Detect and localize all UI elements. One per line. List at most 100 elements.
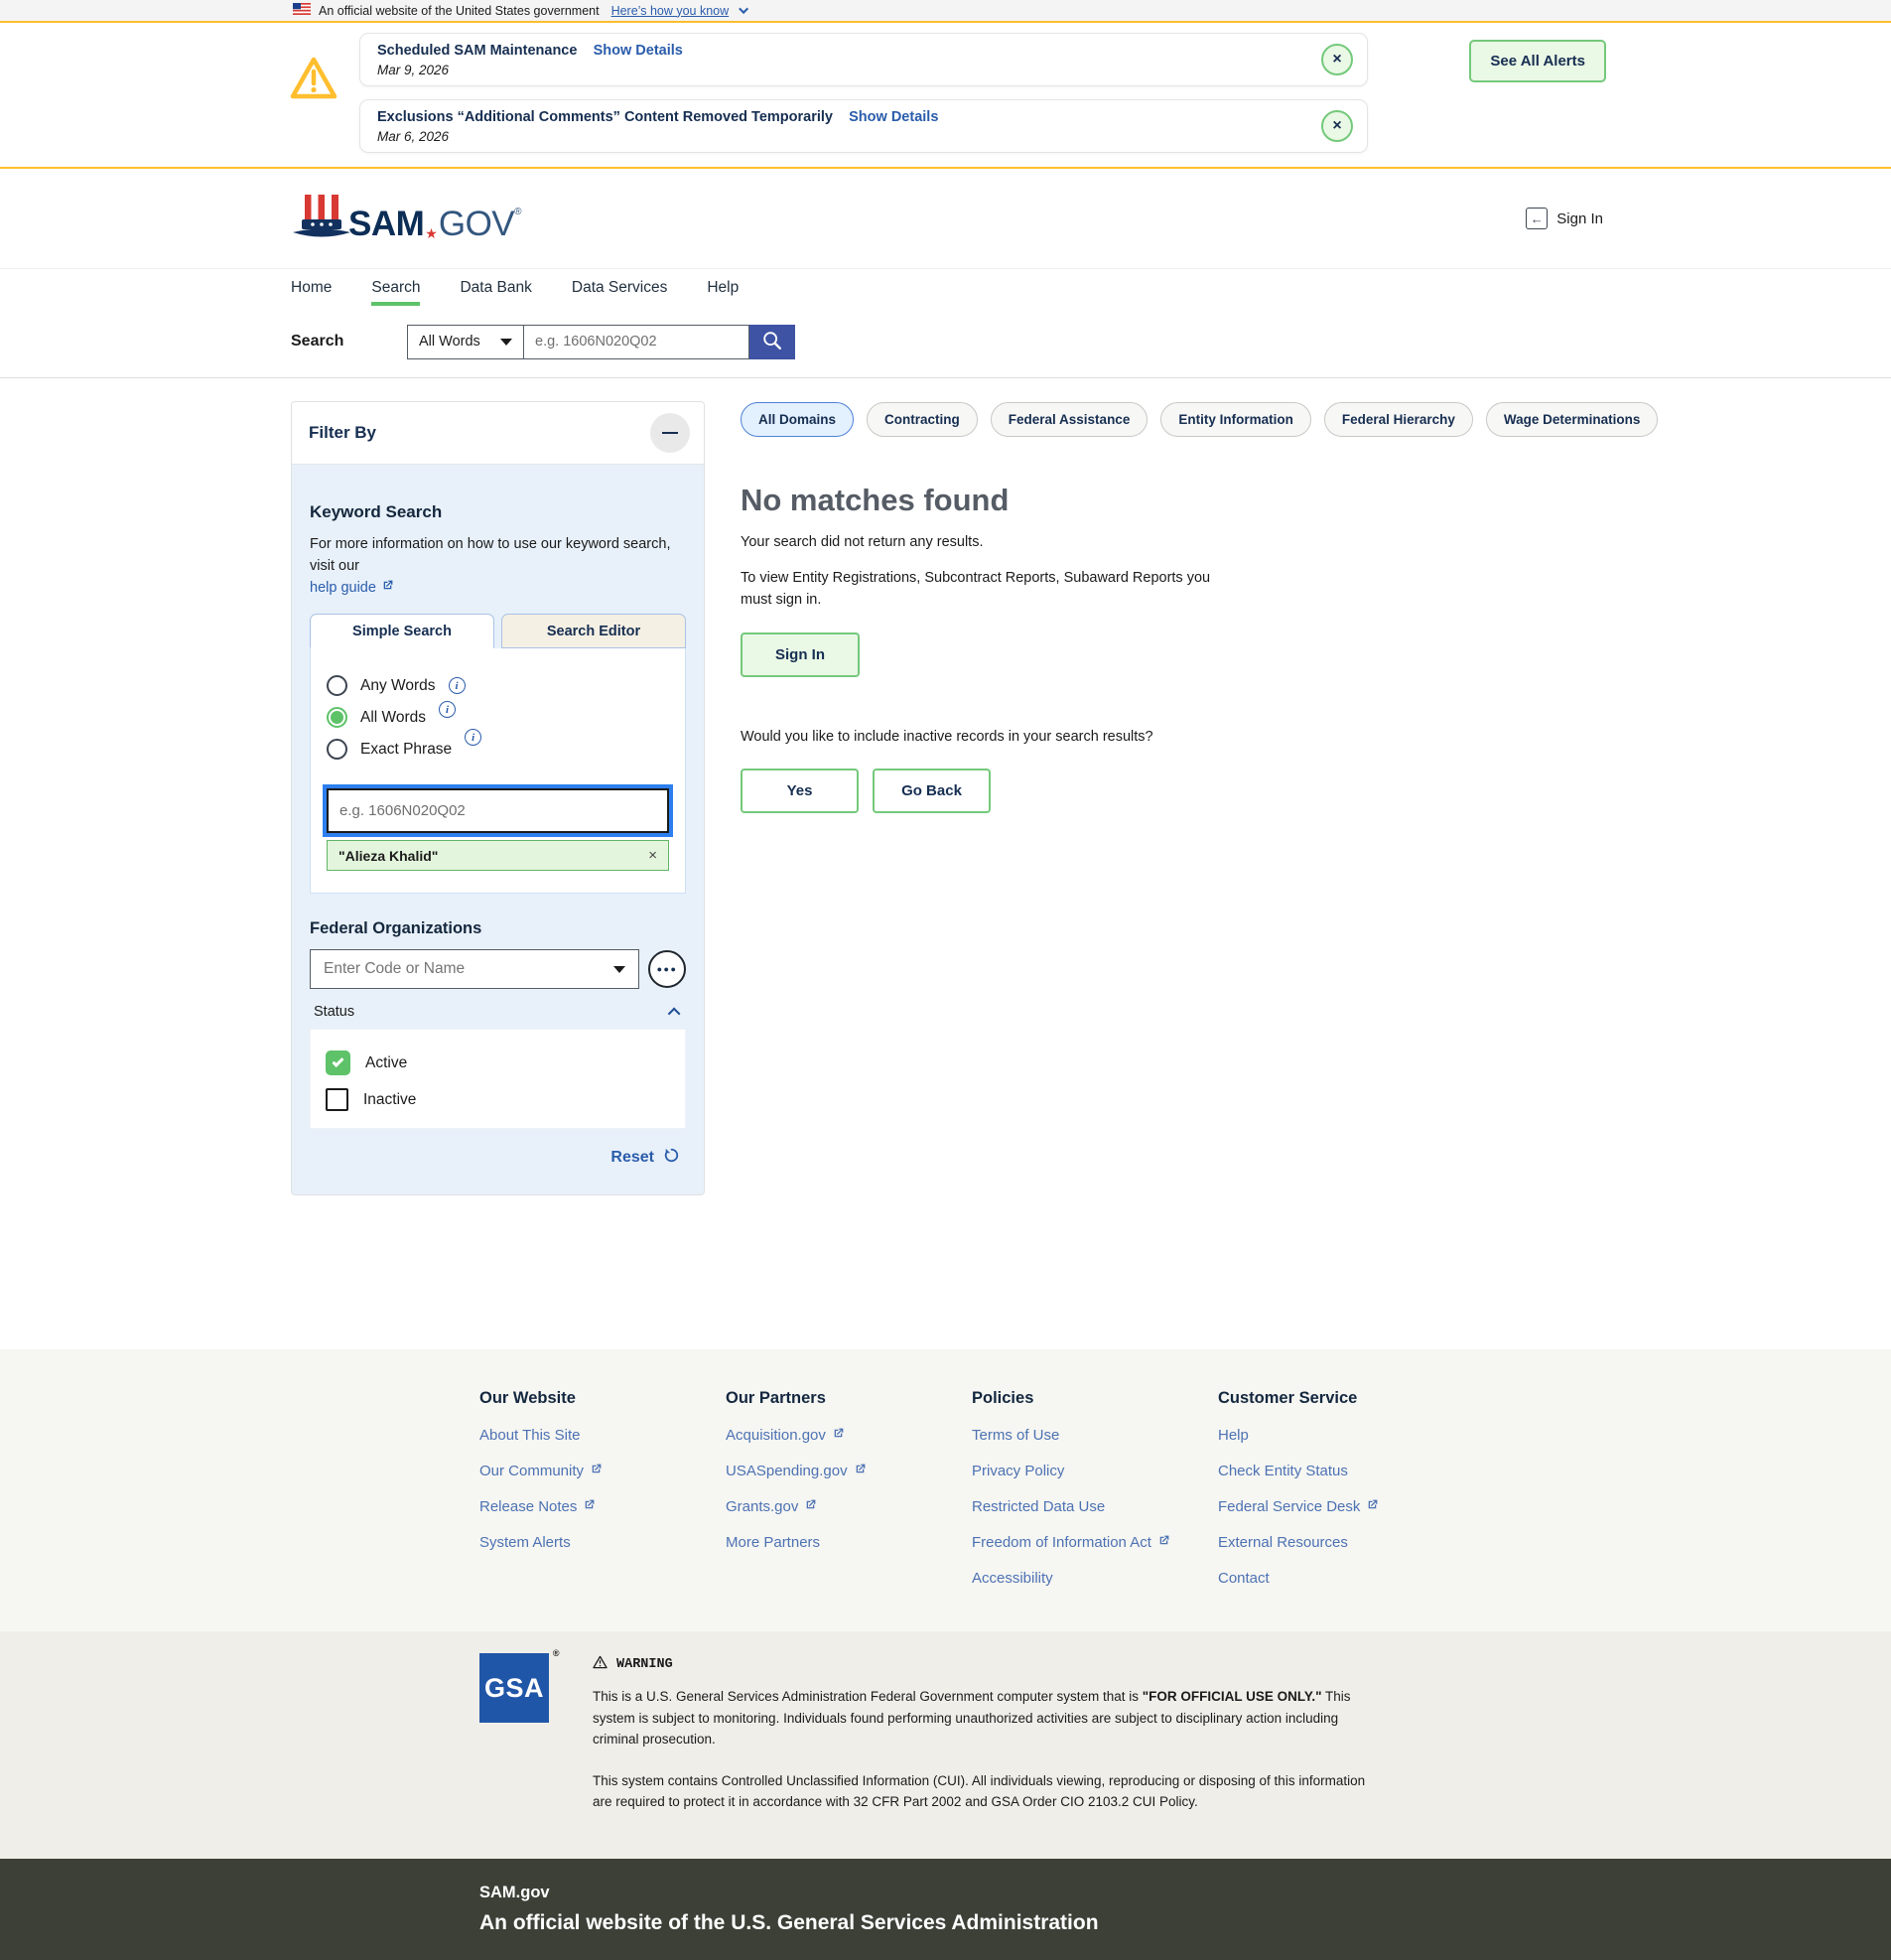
radio-option-exact-phrase[interactable]: Exact Phrase i [327, 739, 669, 760]
external-link-icon [804, 1498, 817, 1515]
footer-link[interactable]: System Alerts [479, 1534, 726, 1551]
footer-link[interactable]: Acquisition.gov [726, 1427, 972, 1444]
how-you-know-link[interactable]: Here’s how you know [611, 4, 730, 18]
show-details-link[interactable]: Show Details [594, 43, 683, 59]
footer-link[interactable]: Grants.gov [726, 1498, 972, 1515]
radio-option-any-words[interactable]: Any Words i [327, 675, 669, 696]
nav-item-home[interactable]: Home [291, 269, 332, 306]
footer-column-our-partners: Our Partners Acquisition.gov USASpending… [726, 1389, 972, 1606]
footer-link[interactable]: Help [1218, 1427, 1526, 1444]
footer-link[interactable]: Release Notes [479, 1498, 726, 1515]
gsa-logo: GSA ® [479, 1653, 549, 1723]
checkbox-unchecked-icon[interactable] [326, 1088, 348, 1111]
footer-link[interactable]: Privacy Policy [972, 1463, 1218, 1479]
close-icon: × [1332, 118, 1341, 134]
external-link-icon [854, 1463, 867, 1479]
footer-link[interactable]: Restricted Data Use [972, 1498, 1218, 1515]
tab-search-editor[interactable]: Search Editor [501, 614, 686, 648]
site-header: SAM ★ GOV ® ← Sign In [0, 169, 1891, 268]
see-all-alerts-button[interactable]: See All Alerts [1469, 40, 1606, 82]
keyword-chip-text: "Alieza Khalid" [338, 848, 438, 864]
footer-link[interactable]: Freedom of Information Act [972, 1534, 1218, 1551]
footer-links: Our Website About This Site Our Communit… [0, 1349, 1891, 1631]
nav-item-data-bank[interactable]: Data Bank [460, 269, 531, 306]
no-matches-heading: No matches found [741, 483, 1891, 518]
us-flag-icon [293, 3, 311, 18]
info-icon[interactable]: i [439, 701, 456, 718]
radio-option-all-words[interactable]: All Words i [327, 707, 669, 728]
nav-item-help[interactable]: Help [707, 269, 739, 306]
close-icon: × [1332, 52, 1341, 68]
bottom-site-name: SAM.gov [479, 1884, 1891, 1902]
footer-column-our-website: Our Website About This Site Our Communit… [479, 1389, 726, 1606]
alerts-section: Scheduled SAM Maintenance Show Details M… [0, 23, 1891, 169]
refresh-icon [663, 1147, 680, 1169]
radio-icon[interactable] [327, 675, 347, 696]
search-bar: Search All Words [0, 306, 1891, 378]
footer-link[interactable]: Federal Service Desk [1218, 1498, 1526, 1515]
footer-heading: Customer Service [1218, 1389, 1526, 1408]
reset-label: Reset [610, 1149, 654, 1167]
external-link-icon [1157, 1534, 1170, 1551]
keyword-search-heading: Keyword Search [310, 502, 686, 522]
footer-link[interactable]: Contact [1218, 1570, 1526, 1587]
collapse-filters-button[interactable] [650, 413, 690, 453]
status-heading: Status [314, 1004, 354, 1020]
pill-wage-determinations[interactable]: Wage Determinations [1486, 402, 1659, 437]
alert-close-button[interactable]: × [1321, 110, 1353, 142]
radio-icon-selected[interactable] [327, 707, 347, 728]
pill-entity-information[interactable]: Entity Information [1160, 402, 1311, 437]
pill-contracting[interactable]: Contracting [867, 402, 978, 437]
footer-link[interactable]: About This Site [479, 1427, 726, 1444]
chip-remove-icon[interactable]: × [648, 847, 657, 864]
more-organizations-button[interactable]: ●●● [648, 950, 686, 988]
go-back-button[interactable]: Go Back [873, 769, 991, 813]
footer-link[interactable]: Check Entity Status [1218, 1463, 1526, 1479]
alert-close-button[interactable]: × [1321, 44, 1353, 75]
main-content: Filter By Keyword Search For more inform… [0, 378, 1891, 1349]
sign-in-link[interactable]: ← Sign In [1526, 208, 1603, 229]
checkbox-checked-icon[interactable] [326, 1050, 350, 1075]
sam-gov-logo[interactable]: SAM ★ GOV ® [291, 193, 522, 244]
nav-item-data-services[interactable]: Data Services [572, 269, 667, 306]
chevron-up-icon[interactable] [668, 1007, 681, 1020]
footer-link[interactable]: Accessibility [972, 1570, 1218, 1587]
status-options-box: Active Inactive [310, 1029, 686, 1129]
sign-in-button[interactable]: Sign In [741, 632, 860, 677]
federal-org-select[interactable]: Enter Code or Name [310, 949, 639, 989]
footer-link[interactable]: More Partners [726, 1534, 972, 1551]
info-icon[interactable]: i [465, 729, 481, 746]
info-icon[interactable]: i [449, 677, 466, 694]
status-option-active[interactable]: Active [326, 1050, 670, 1075]
status-option-inactive[interactable]: Inactive [326, 1088, 670, 1111]
status-header[interactable]: Status [314, 1004, 680, 1020]
footer-link[interactable]: Terms of Use [972, 1427, 1218, 1444]
yes-button[interactable]: Yes [741, 769, 859, 813]
footer-column-customer-service: Customer Service Help Check Entity Statu… [1218, 1389, 1526, 1606]
tab-simple-search[interactable]: Simple Search [310, 614, 494, 648]
footer-link[interactable]: Our Community [479, 1463, 726, 1479]
footer-link[interactable]: USASpending.gov [726, 1463, 972, 1479]
nav-item-search[interactable]: Search [371, 269, 420, 306]
pill-all-domains[interactable]: All Domains [741, 402, 854, 437]
external-link-icon [381, 578, 394, 600]
filter-panel: Filter By Keyword Search For more inform… [291, 401, 705, 1195]
footer-link[interactable]: External Resources [1218, 1534, 1526, 1551]
pill-federal-assistance[interactable]: Federal Assistance [991, 402, 1148, 437]
help-guide-link[interactable]: help guide [310, 578, 394, 600]
search-input[interactable] [524, 325, 749, 359]
search-button[interactable] [749, 325, 795, 359]
radio-icon[interactable] [327, 739, 347, 760]
alert-title: Scheduled SAM Maintenance [377, 43, 577, 59]
keyword-chip: "Alieza Khalid" × [327, 840, 669, 871]
reset-filters[interactable]: Reset [316, 1147, 680, 1169]
simple-search-panel: Any Words i All Words i Exact Phrase i "… [310, 648, 686, 894]
search-mode-select[interactable]: All Words [407, 325, 524, 359]
external-link-icon [590, 1463, 603, 1479]
alert-card: Scheduled SAM Maintenance Show Details M… [359, 33, 1368, 86]
uncle-sam-hat-icon [291, 193, 352, 242]
alert-stack: Scheduled SAM Maintenance Show Details M… [359, 33, 1368, 153]
pill-federal-hierarchy[interactable]: Federal Hierarchy [1324, 402, 1473, 437]
keyword-input[interactable] [327, 788, 669, 833]
show-details-link[interactable]: Show Details [849, 109, 938, 125]
